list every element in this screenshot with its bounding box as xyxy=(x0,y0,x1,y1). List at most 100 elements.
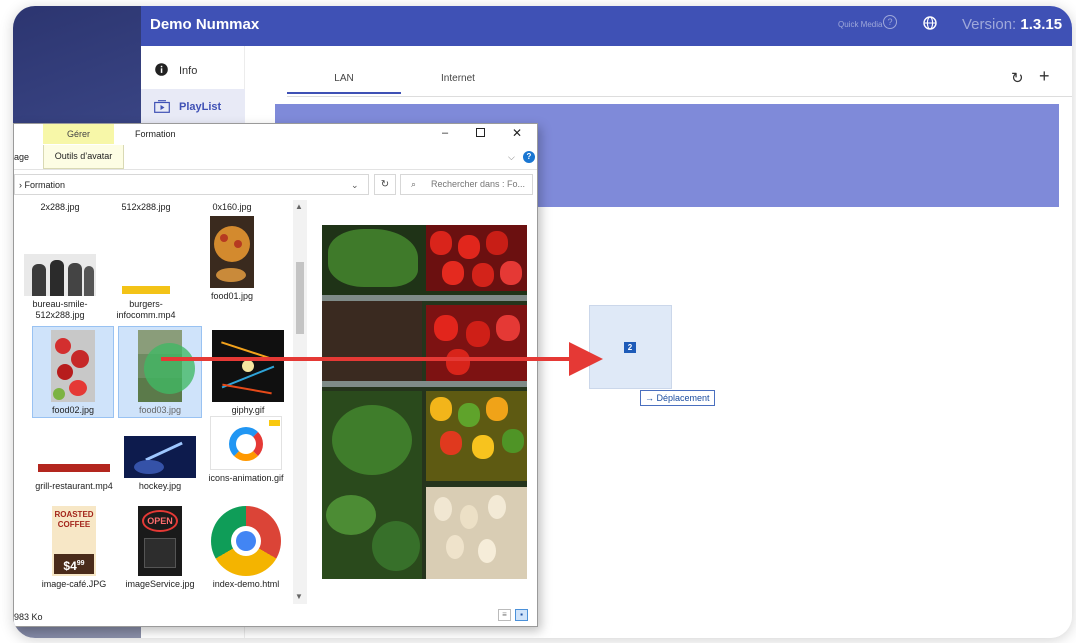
thumb-price-text: $4 xyxy=(63,559,77,573)
status-bar: 983 Ko ≡ ▪ xyxy=(14,606,537,626)
nav-item-playlist-label: PlayList xyxy=(179,101,222,113)
nav-item-playlist[interactable]: PlayList xyxy=(141,89,245,123)
close-icon[interactable]: ✕ xyxy=(512,126,522,140)
status-text: 983 Ko xyxy=(14,612,43,622)
file-thumbnail: OPEN xyxy=(138,506,182,576)
vertical-scrollbar[interactable]: ▲ ▼ xyxy=(293,200,307,604)
file-name: bureau-smile-512x288.jpg xyxy=(32,299,88,320)
tab-lan[interactable]: LAN xyxy=(287,73,401,94)
address-dropdown-icon[interactable]: ⌄ xyxy=(351,180,359,191)
image-preview-pane xyxy=(322,225,527,579)
maximize-icon[interactable] xyxy=(476,128,485,137)
search-icon: ⌕ xyxy=(411,179,417,189)
info-icon xyxy=(155,63,168,76)
version-info: Version: 1.3.15 xyxy=(962,16,1062,33)
file-item[interactable]: food01.jpg xyxy=(190,216,274,302)
chrome-icon xyxy=(211,506,281,576)
version-number: 1.3.15 xyxy=(1020,16,1063,33)
file-item[interactable]: 0x160.jpg xyxy=(190,202,274,213)
tab-bar: LAN Internet xyxy=(287,46,1072,98)
file-name: imageService.jpg xyxy=(125,579,195,589)
version-label: Version: xyxy=(962,16,1017,33)
scroll-up-icon[interactable]: ▲ xyxy=(295,202,303,211)
screenshot-frame: Demo Nummax Quick Media ? Version: 1.3.1… xyxy=(13,6,1072,638)
file-item[interactable]: food02.jpg xyxy=(32,326,114,418)
address-bar[interactable]: › Formation ⌄ xyxy=(14,174,369,195)
add-icon[interactable]: + xyxy=(1039,66,1050,87)
thumb-roasted-text: ROASTED xyxy=(54,510,94,519)
app-title: Demo Nummax xyxy=(150,16,260,33)
scroll-down-icon[interactable]: ▼ xyxy=(295,592,303,601)
file-name: icons-animation.gif xyxy=(208,473,284,483)
file-item[interactable]: hockey.jpg xyxy=(118,436,202,492)
file-thumbnail xyxy=(24,254,96,296)
file-thumbnail: ROASTED COFFEE $499 xyxy=(52,506,96,576)
address-row: › Formation ⌄ ↻ ⌕ xyxy=(14,172,537,198)
file-name: image-café.JPG xyxy=(41,579,107,589)
file-name: food01.jpg xyxy=(210,291,254,301)
address-refresh-icon[interactable]: ↻ xyxy=(374,174,396,195)
top-app-bar: Demo Nummax Quick Media ? Version: 1.3.1… xyxy=(141,6,1072,46)
ribbon-row: age Outils d’avatar ⌵ ? xyxy=(14,144,537,170)
search-input[interactable] xyxy=(431,179,531,189)
nav-item-info[interactable]: Info xyxy=(141,54,245,88)
file-name: 0x160.jpg xyxy=(212,202,252,212)
file-name: food03.jpg xyxy=(138,405,182,415)
help-icon[interactable]: ? xyxy=(883,15,897,29)
details-view-icon[interactable]: ≡ xyxy=(498,609,511,621)
file-thumbnail xyxy=(51,330,95,402)
help-circle-icon[interactable]: ? xyxy=(523,151,535,163)
file-item[interactable]: giphy.gif xyxy=(206,330,290,416)
address-path: › Formation xyxy=(19,180,66,190)
file-item[interactable]: burgers-infocomm.mp4 xyxy=(104,254,188,321)
playlist-icon xyxy=(154,100,170,113)
file-item[interactable]: OPEN imageService.jpg xyxy=(118,506,202,590)
file-item[interactable]: 2x288.jpg xyxy=(18,202,102,213)
drag-move-tooltip: → Déplacement xyxy=(640,390,715,406)
file-name: 512x288.jpg xyxy=(121,202,171,212)
thumb-open-sign: OPEN xyxy=(142,510,178,532)
file-thumbnail xyxy=(122,254,170,296)
quick-media-link[interactable]: Quick Media xyxy=(838,20,882,29)
nav-item-info-label: Info xyxy=(179,65,198,77)
thumb-coffee-text: COFFEE xyxy=(57,520,91,529)
drag-ghost-tile: 2 xyxy=(589,305,672,389)
ribbon-tab-avatar-tools[interactable]: Outils d’avatar xyxy=(43,145,124,169)
file-thumbnail xyxy=(210,416,282,470)
file-thumbnail xyxy=(210,216,254,288)
thumb-price-cents: 99 xyxy=(76,560,85,567)
file-name: food02.jpg xyxy=(51,405,95,415)
file-name: 2x288.jpg xyxy=(40,202,80,212)
file-item[interactable]: bureau-smile-512x288.jpg xyxy=(18,254,102,321)
file-thumbnail xyxy=(38,436,110,478)
file-name: grill-restaurant.mp4 xyxy=(35,481,113,491)
chevron-down-icon[interactable]: ⌵ xyxy=(508,152,515,163)
file-list: 2x288.jpg 512x288.jpg 0x160.jpg bureau-s… xyxy=(14,200,310,604)
ribbon-tab-manage[interactable]: Gérer xyxy=(43,124,114,144)
drag-count-badge: 2 xyxy=(624,342,636,353)
minimize-icon[interactable]: – xyxy=(442,127,448,139)
globe-icon[interactable] xyxy=(923,16,937,30)
file-item[interactable]: index-demo.html xyxy=(204,506,288,590)
window-title: Formation xyxy=(135,129,176,139)
file-name: burgers-infocomm.mp4 xyxy=(116,299,176,320)
file-thumbnail xyxy=(124,436,196,478)
drag-cursor-indicator xyxy=(144,343,195,394)
file-explorer-window: Gérer Formation – ✕ age Outils d’avatar … xyxy=(13,123,538,627)
file-item[interactable]: icons-animation.gif xyxy=(204,416,288,484)
drag-move-label: Déplacement xyxy=(656,393,710,403)
file-name: hockey.jpg xyxy=(138,481,182,491)
tab-internet[interactable]: Internet xyxy=(401,73,515,84)
file-item[interactable]: ROASTED COFFEE $499 image-café.JPG xyxy=(32,506,116,590)
file-item[interactable]: 512x288.jpg xyxy=(104,202,188,213)
search-box[interactable]: ⌕ xyxy=(400,174,533,195)
tab-divider xyxy=(287,96,1072,97)
file-thumbnail xyxy=(212,330,284,402)
large-icons-view-icon[interactable]: ▪ xyxy=(515,609,528,621)
file-item[interactable]: grill-restaurant.mp4 xyxy=(32,436,116,492)
scrollbar-thumb[interactable] xyxy=(296,262,304,334)
file-name: index-demo.html xyxy=(212,579,280,589)
file-name: giphy.gif xyxy=(231,405,265,415)
ribbon-tab-image[interactable]: age xyxy=(14,152,29,162)
refresh-icon[interactable]: ↻ xyxy=(1011,69,1024,87)
